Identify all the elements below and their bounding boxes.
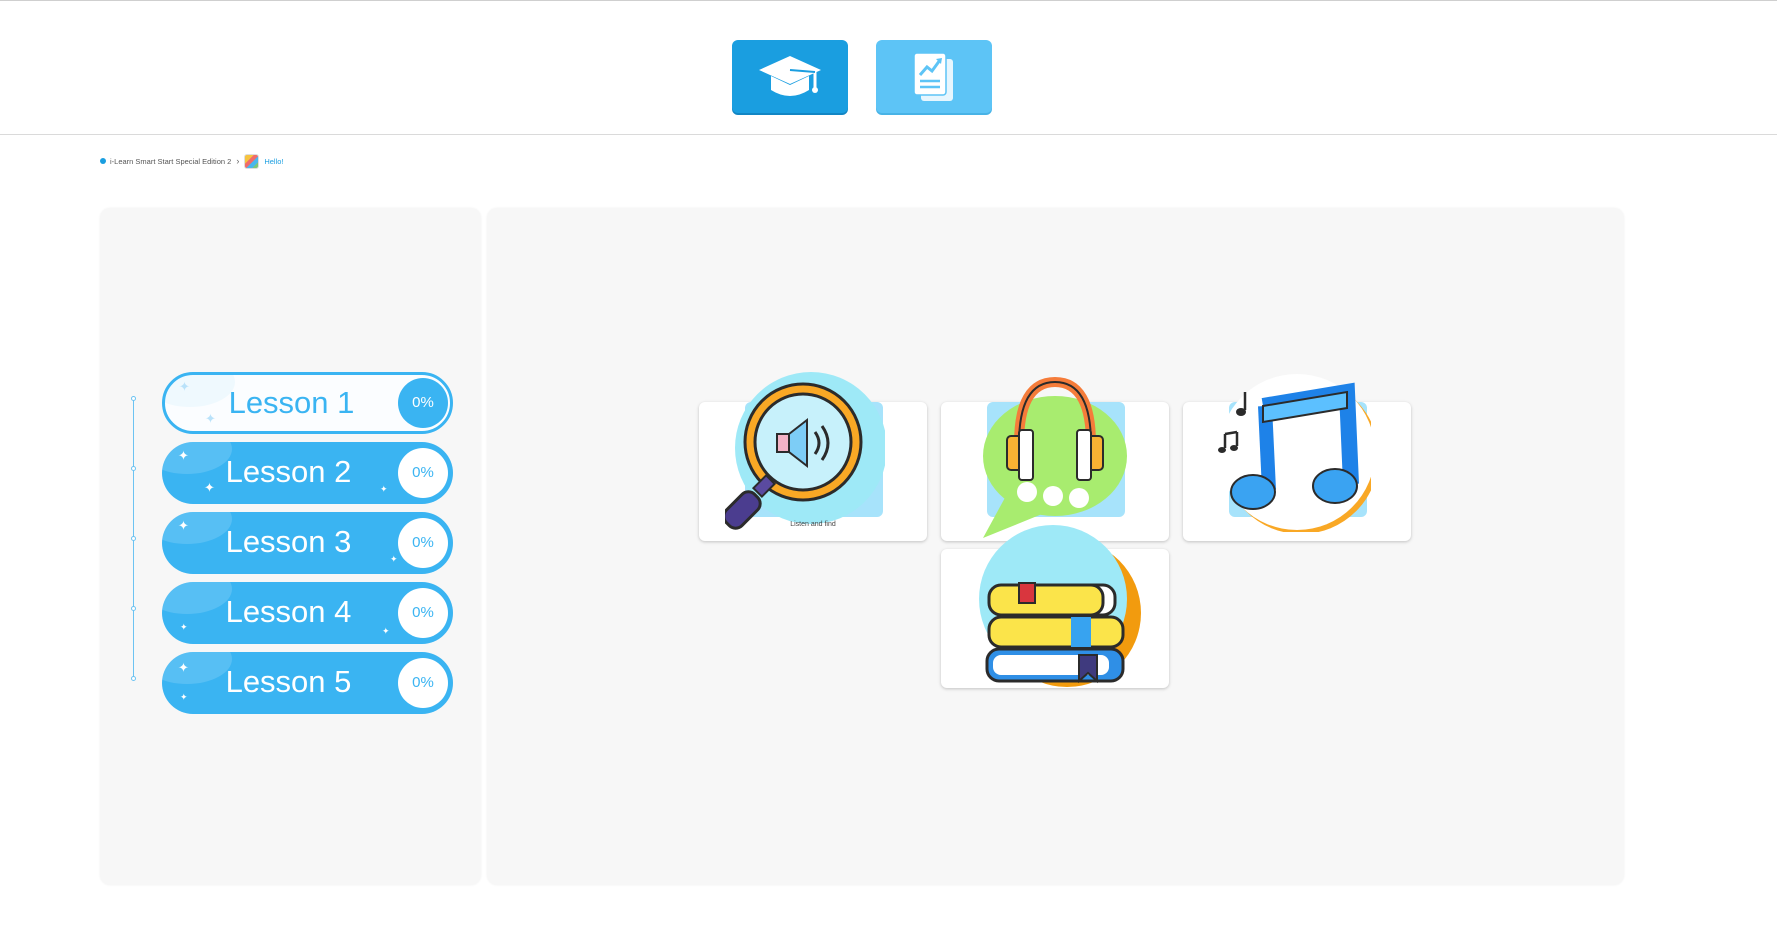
lesson-progress: 0% <box>398 518 448 568</box>
timeline-dot <box>131 536 136 541</box>
learn-tab-button[interactable] <box>732 40 848 113</box>
lesson-panel: ✦ ✦ Lesson 1 0% ✦ ✦ ✦ Lesson 2 0% ✦ ✦ Le… <box>100 208 481 885</box>
report-chart-icon <box>913 51 953 101</box>
breadcrumb-separator: › <box>236 156 240 166</box>
lesson-2-button[interactable]: ✦ ✦ ✦ Lesson 2 0% <box>162 442 453 504</box>
lesson-1-button[interactable]: ✦ ✦ Lesson 1 0% <box>162 372 453 434</box>
activity-card-books[interactable] <box>941 525 1169 688</box>
timeline-dot <box>131 466 136 471</box>
breadcrumb: i-Learn Smart Start Special Edition 2 › … <box>100 153 284 169</box>
lesson-3-button[interactable]: ✦ ✦ Lesson 3 0% <box>162 512 453 574</box>
breadcrumb-current[interactable]: Hello! <box>264 157 283 166</box>
books-stack-icon <box>979 525 1141 687</box>
lesson-progress: 0% <box>398 658 448 708</box>
activity-card-music[interactable] <box>1183 374 1411 541</box>
graduation-cap-icon <box>759 55 821 96</box>
lesson-progress: 0% <box>398 378 448 428</box>
lesson-5-button[interactable]: ✦ ✦ Lesson 5 0% <box>162 652 453 714</box>
course-dot-icon <box>100 158 106 164</box>
activity-card-listen-and-find[interactable]: Listen and find <box>699 372 927 541</box>
report-tab-button[interactable] <box>876 40 992 113</box>
lesson-4-button[interactable]: ✦ ✦ Lesson 4 0% <box>162 582 453 644</box>
unit-thumbnail-icon <box>244 153 260 169</box>
lesson-progress: 0% <box>398 448 448 498</box>
timeline-dot <box>131 676 136 681</box>
timeline-dot <box>131 396 136 401</box>
breadcrumb-course[interactable]: i-Learn Smart Start Special Edition 2 <box>110 157 231 166</box>
activities-panel: Listen and find <box>487 208 1624 885</box>
headphones-chat-icon <box>983 376 1127 538</box>
top-header <box>0 1 1777 135</box>
music-note-icon <box>1218 374 1371 532</box>
lesson-progress: 0% <box>398 588 448 638</box>
magnifier-speaker-icon <box>725 372 885 530</box>
activity-caption: Listen and find <box>790 521 836 528</box>
timeline-dot <box>131 606 136 611</box>
